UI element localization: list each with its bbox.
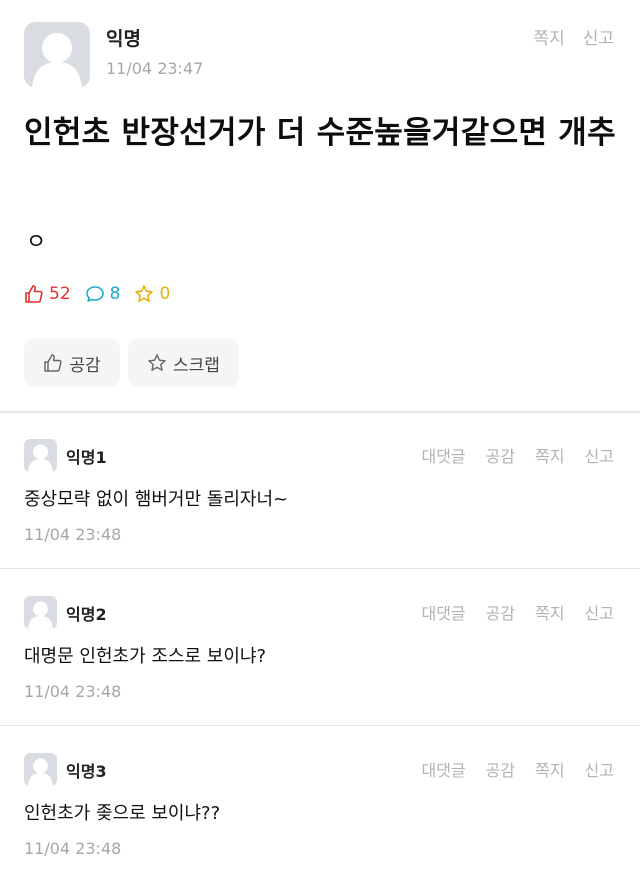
star-icon	[135, 285, 154, 302]
comment-text: 인헌초가 좆으로 보이냐??	[24, 803, 221, 824]
message-button[interactable]: 쪽지	[533, 24, 564, 49]
message-button[interactable]: 쪽지	[535, 757, 564, 781]
comment-like-button[interactable]: 공감	[486, 443, 515, 467]
comment-author: 익명3	[66, 762, 107, 781]
comment-actions: 대댓글 공감 쪽지 신고	[421, 443, 614, 467]
like-button-label: 공감	[69, 355, 101, 376]
reply-button[interactable]: 대댓글	[421, 443, 465, 467]
default-avatar-icon	[28, 444, 53, 472]
report-button[interactable]: 신고	[585, 600, 614, 624]
post-title: 인헌초 반장선거가 더 수준높을거같으면 개추	[24, 115, 616, 151]
post-actions: 쪽지 신고	[533, 24, 614, 49]
thumbs-up-icon	[44, 354, 62, 372]
commenter-avatar	[24, 439, 57, 472]
post-author: 익명	[106, 28, 141, 50]
comment-time: 11/04 23:48	[24, 525, 122, 544]
default-avatar-icon	[28, 758, 53, 786]
comment-actions: 대댓글 공감 쪽지 신고	[421, 600, 614, 624]
comment-author: 익명2	[66, 605, 107, 624]
reply-button[interactable]: 대댓글	[421, 600, 465, 624]
comment-like-button[interactable]: 공감	[486, 600, 515, 624]
commenter-avatar	[24, 753, 57, 786]
comment-count: 8	[85, 284, 120, 304]
message-button[interactable]: 쪽지	[535, 600, 564, 624]
comment-author: 익명1	[66, 448, 107, 467]
post: 익명 11/04 23:47 쪽지 신고 인헌초 반장선거가 더 수준높을거같으…	[0, 0, 640, 412]
comment-text: 중상모략 없이 햄버거만 돌리자너~	[24, 489, 289, 510]
star-icon	[148, 354, 166, 371]
comment-item: 익명3 대댓글 공감 쪽지 신고 인헌초가 좆으로 보이냐?? 11/04 23…	[0, 727, 640, 882]
scrap-button[interactable]: 스크랩	[128, 339, 239, 387]
commenter-avatar	[24, 596, 57, 629]
speech-bubble-icon	[85, 286, 104, 302]
comment-time: 11/04 23:48	[24, 839, 122, 858]
message-button[interactable]: 쪽지	[535, 443, 564, 467]
like-count: 52	[24, 284, 71, 304]
thumbs-up-icon	[25, 285, 43, 303]
comment-actions: 대댓글 공감 쪽지 신고	[421, 757, 614, 781]
comment-text: 대명문 인헌초가 조스로 보이냐?	[24, 646, 266, 667]
post-time: 11/04 23:47	[106, 59, 204, 78]
author-avatar	[24, 22, 90, 88]
post-stats: 52 8 0	[24, 284, 184, 304]
comment-like-button[interactable]: 공감	[486, 757, 515, 781]
comment-item: 익명2 대댓글 공감 쪽지 신고 대명문 인헌초가 조스로 보이냐? 11/04…	[0, 570, 640, 726]
report-button[interactable]: 신고	[583, 24, 614, 49]
reply-button[interactable]: 대댓글	[421, 757, 465, 781]
like-button[interactable]: 공감	[24, 339, 120, 387]
default-avatar-icon	[28, 601, 53, 629]
comment-item: 익명1 대댓글 공감 쪽지 신고 중상모략 없이 햄버거만 돌리자너~ 11/0…	[0, 413, 640, 569]
report-button[interactable]: 신고	[585, 443, 614, 467]
post-body: ㅇ	[26, 230, 47, 255]
comment-time: 11/04 23:48	[24, 682, 122, 701]
scrap-button-label: 스크랩	[173, 355, 220, 376]
scrap-count: 0	[134, 284, 170, 304]
default-avatar-icon	[32, 33, 82, 88]
report-button[interactable]: 신고	[585, 757, 614, 781]
